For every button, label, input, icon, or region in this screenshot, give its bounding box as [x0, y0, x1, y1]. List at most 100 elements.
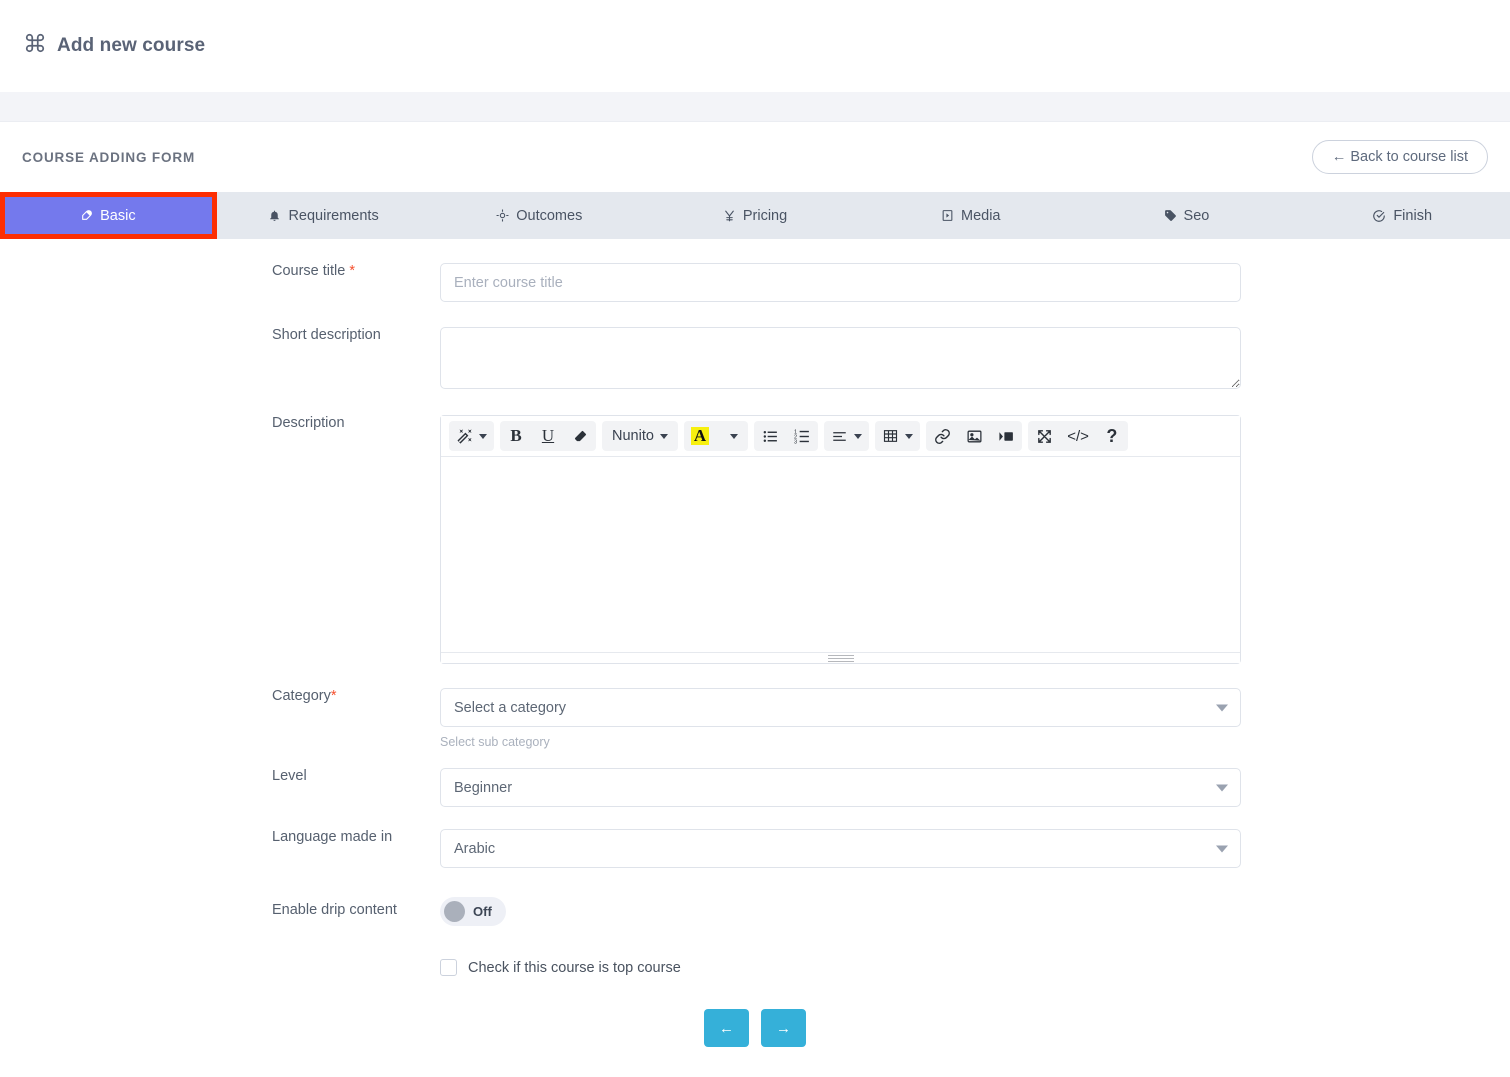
next-step-button[interactable]: →	[761, 1009, 806, 1047]
field-row-top-course: Check if this course is top course	[0, 959, 1510, 976]
language-label: Language made in	[0, 829, 440, 846]
top-course-checkbox-row: Check if this course is top course	[440, 959, 1241, 976]
tab-label: Seo	[1184, 208, 1210, 224]
description-label: Description	[0, 415, 440, 432]
underline-button[interactable]: U	[532, 421, 564, 451]
description-editable-area[interactable]	[441, 457, 1240, 652]
chevron-down-icon	[854, 434, 862, 439]
editor-toolbar: B U Nunito	[441, 416, 1240, 457]
chevron-down-icon	[905, 434, 913, 439]
field-row-description: Description B U	[0, 415, 1510, 664]
table-icon[interactable]	[875, 421, 920, 451]
code-view-button[interactable]: </>	[1060, 421, 1096, 451]
toolbar-group-view: </> ?	[1028, 421, 1128, 451]
sub-category-hint: Select sub category	[440, 735, 1241, 749]
magic-wand-icon[interactable]	[449, 421, 494, 451]
font-name-label: Nunito	[612, 428, 654, 444]
numbered-list-icon[interactable]: 1 2 3	[786, 421, 818, 451]
tab-label: Requirements	[288, 208, 378, 224]
top-course-checkbox-label: Check if this course is top course	[468, 960, 681, 976]
toolbar-group-style	[449, 421, 494, 451]
rich-text-editor: B U Nunito	[440, 415, 1241, 664]
top-course-checkbox[interactable]	[440, 959, 457, 976]
tab-seo[interactable]: Seo	[1079, 192, 1295, 239]
paragraph-align-icon[interactable]	[824, 421, 869, 451]
page-title-wrap: Add new course	[24, 32, 205, 60]
toolbar-group-insert	[926, 421, 1022, 451]
feather-icon	[80, 209, 93, 222]
field-row-drip-content: Enable drip content Off	[0, 897, 1510, 927]
font-color-button[interactable]: A	[684, 421, 716, 451]
editor-resize-handle[interactable]	[441, 652, 1240, 663]
category-label: Category*	[0, 688, 440, 705]
required-star: *	[345, 263, 355, 279]
svg-text:3: 3	[794, 439, 797, 444]
level-select[interactable]: Beginner	[440, 768, 1241, 807]
eraser-icon[interactable]	[564, 421, 596, 451]
help-button[interactable]: ?	[1096, 421, 1128, 451]
wizard-nav-buttons: ← →	[0, 1009, 1510, 1047]
chevron-down-icon	[730, 434, 738, 439]
wizard-tabs: Basic Requirements Outcomes Pricing	[0, 192, 1510, 239]
toolbar-group-lists: 1 2 3	[754, 421, 818, 451]
toolbar-group-table	[875, 421, 920, 451]
toolbar-group-color: A	[684, 421, 748, 451]
font-color-swatch: A	[691, 427, 709, 446]
tab-requirements[interactable]: Requirements	[216, 192, 432, 239]
form-card-header: COURSE ADDING FORM ← Back to course list	[0, 122, 1510, 192]
tab-pricing[interactable]: Pricing	[647, 192, 863, 239]
language-select-wrap: Arabic	[440, 829, 1241, 868]
course-form: Course title * Short description Descrip…	[0, 239, 1510, 1077]
category-select-wrap: Select a category	[440, 688, 1241, 727]
drip-content-label: Enable drip content	[0, 897, 440, 919]
field-row-course-title: Course title *	[0, 263, 1510, 302]
check-circle-icon	[1372, 209, 1386, 223]
video-icon[interactable]	[990, 421, 1022, 451]
level-label: Level	[0, 768, 440, 785]
header-divider-band	[0, 92, 1510, 122]
back-to-course-list-button[interactable]: ← Back to course list	[1312, 140, 1488, 174]
short-description-label: Short description	[0, 327, 440, 344]
category-select[interactable]: Select a category	[440, 688, 1241, 727]
tab-label: Media	[961, 208, 1001, 224]
field-row-short-description: Short description	[0, 327, 1510, 394]
media-icon	[941, 209, 954, 222]
link-icon[interactable]	[926, 421, 958, 451]
bullet-list-icon[interactable]	[754, 421, 786, 451]
previous-step-button[interactable]: ←	[704, 1009, 749, 1047]
drip-content-toggle[interactable]: Off	[440, 897, 506, 926]
tab-finish[interactable]: Finish	[1294, 192, 1510, 239]
course-title-input[interactable]	[440, 263, 1241, 302]
tab-label: Outcomes	[516, 208, 582, 224]
page-title: Add new course	[57, 35, 205, 57]
fullscreen-icon[interactable]	[1028, 421, 1060, 451]
field-row-category: Category* Select a category Select sub c…	[0, 688, 1510, 749]
short-description-textarea[interactable]	[440, 327, 1241, 389]
yen-icon	[723, 209, 736, 223]
required-star: *	[331, 688, 337, 704]
font-color-dropdown[interactable]	[716, 421, 748, 451]
command-icon	[24, 32, 46, 60]
toolbar-group-font: Nunito	[602, 421, 678, 451]
level-select-wrap: Beginner	[440, 768, 1241, 807]
tab-media[interactable]: Media	[863, 192, 1079, 239]
bell-icon	[268, 209, 281, 222]
tab-basic[interactable]: Basic	[0, 192, 216, 239]
field-row-level: Level Beginner	[0, 768, 1510, 807]
course-title-label: Course title *	[0, 263, 440, 280]
toolbar-group-paragraph	[824, 421, 869, 451]
tab-outcomes[interactable]: Outcomes	[431, 192, 647, 239]
resize-grip-icon	[828, 655, 854, 662]
language-select[interactable]: Arabic	[440, 829, 1241, 868]
chevron-down-icon	[479, 434, 487, 439]
font-name-dropdown[interactable]: Nunito	[602, 421, 678, 451]
tag-icon	[1164, 209, 1177, 222]
app-header: Add new course	[0, 0, 1510, 92]
toolbar-group-format: B U	[500, 421, 596, 451]
image-icon[interactable]	[958, 421, 990, 451]
bold-button[interactable]: B	[500, 421, 532, 451]
tab-label: Finish	[1393, 208, 1432, 224]
tab-label: Basic	[100, 208, 135, 224]
chevron-down-icon	[660, 434, 668, 439]
target-icon	[496, 209, 509, 222]
